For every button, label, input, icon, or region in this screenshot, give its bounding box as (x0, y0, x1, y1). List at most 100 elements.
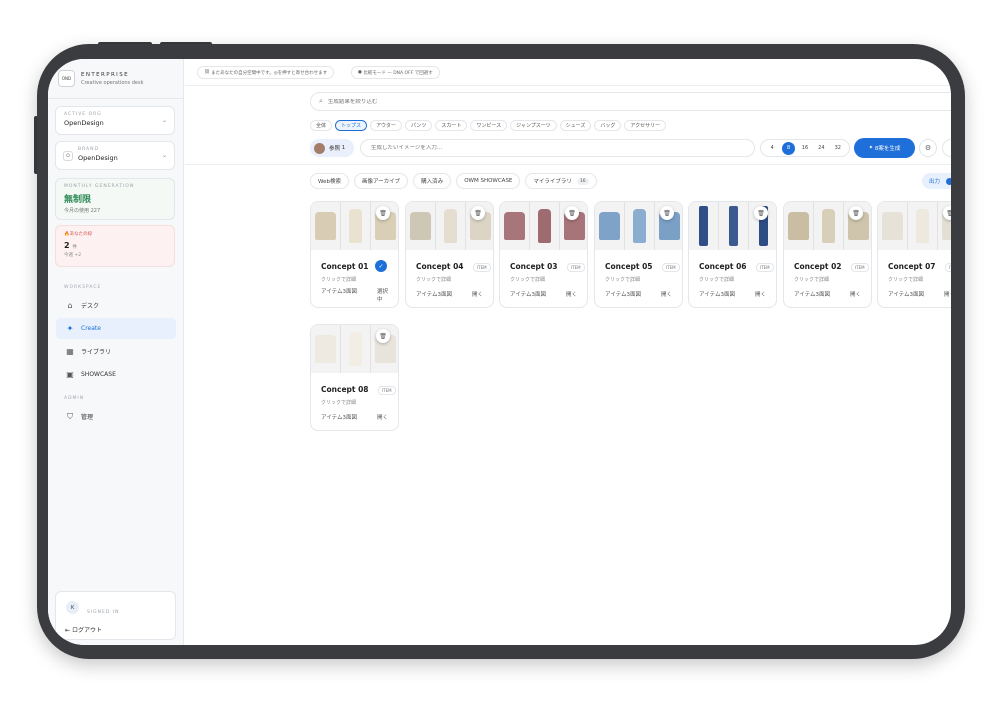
results-filter-search[interactable]: ⌕ (310, 92, 951, 111)
concept-hint: クリックで詳細 (699, 277, 735, 283)
nav-item-showcase[interactable]: ▣ SHOWCASE (56, 364, 176, 385)
tablet-screen: OND ENTERPRISE Creative operations desk … (48, 59, 951, 645)
trash-icon[interactable]: 🗑 (376, 206, 390, 220)
garment-image (443, 209, 458, 243)
category-tab[interactable]: バッグ (594, 120, 622, 131)
three-view-button[interactable]: アイテム3面図 (321, 288, 359, 296)
concept-title: Concept 04 (416, 262, 464, 271)
active-org-value: OpenDesign (64, 119, 104, 127)
three-view-button[interactable]: アイテム3面図 (794, 290, 830, 298)
concept-card[interactable]: 🗑 Concept 05 ITEM クリックで詳細 アイテム3面図 開く (594, 201, 683, 308)
category-tab[interactable]: パンツ (405, 120, 433, 131)
concept-card[interactable]: 🗑 Concept 06 ITEM クリックで詳細 アイテム3面図 開く (688, 201, 777, 308)
active-org-select[interactable]: ACTIVE ORG OpenDesign ⌄ (55, 106, 175, 135)
open-button[interactable]: 開く (377, 413, 388, 421)
concept-thumbnail (878, 202, 951, 250)
open-button[interactable]: 開く (661, 290, 672, 298)
nav-label: ライブラリ (81, 349, 112, 356)
nav-item-library[interactable]: ▦ ライブラリ (56, 341, 176, 362)
brand-select[interactable]: O BRAND OpenDesign ⌄ (55, 141, 175, 170)
trash-icon[interactable]: 🗑 (376, 329, 390, 343)
three-view-button[interactable]: アイテム3面図 (699, 290, 735, 298)
compare-mode-chip[interactable]: ● 比較モード — DNA OFF で回避す (351, 66, 440, 79)
count-option[interactable]: 32 (831, 142, 844, 155)
filter-image-archive[interactable]: 画像アーカイブ (354, 173, 409, 189)
item-badge: ITEM (851, 263, 869, 272)
nav-item-desk[interactable]: ⌂ デスク (56, 295, 176, 316)
item-badge: ITEM (567, 263, 585, 272)
garment-image (788, 211, 809, 241)
count-option-selected[interactable]: 8 (782, 141, 796, 155)
reference-chip[interactable]: 参照 1 (310, 139, 354, 157)
category-tab[interactable]: スカート (435, 120, 468, 131)
nav-item-admin[interactable]: ⛉ 管理 (56, 406, 176, 427)
filter-my-library[interactable]: マイライブラリ 16 (525, 173, 597, 189)
category-tab[interactable]: ワンピース (470, 120, 508, 131)
trash-icon[interactable]: 🗑 (471, 206, 485, 220)
selected-status[interactable]: 選択中 (377, 288, 391, 304)
garment-image (348, 209, 363, 243)
generate-button[interactable]: ✦ 8案を生成 (854, 138, 915, 158)
three-view-button[interactable]: アイテム3面図 (321, 413, 357, 421)
item-badge: ITEM (378, 386, 396, 395)
trash-icon[interactable]: 🗑 (754, 206, 768, 220)
concept-card[interactable]: 🗑 Concept 01 ✓ クリックで詳細 アイテム3面図 選択中 (310, 201, 399, 308)
concept-title: Concept 05 (605, 262, 653, 271)
category-tab[interactable]: 全体 (310, 120, 333, 131)
category-tab[interactable]: ジャンプスーツ (510, 120, 557, 131)
concept-title: Concept 08 (321, 385, 369, 394)
prompt-field[interactable] (360, 139, 755, 157)
monthly-value: 無制限 (64, 195, 92, 205)
settings-button[interactable]: ⚙ (919, 139, 937, 157)
trash-icon[interactable]: 🗑 (565, 206, 579, 220)
logout-button[interactable]: ⇤ ログアウト (65, 625, 102, 634)
trash-icon[interactable]: 🗑 (943, 206, 951, 220)
trash-icon[interactable]: 🗑 (849, 206, 863, 220)
open-button[interactable]: 開く (944, 290, 951, 298)
category-tab[interactable]: シューズ (559, 120, 592, 131)
nav-label: Create (81, 325, 101, 332)
count-option[interactable]: 16 (798, 142, 811, 155)
concept-card[interactable]: 🗑 Concept 07 ITEM クリックで詳細アイテム3面図 開く (877, 201, 951, 308)
info-chip[interactable]: ⛓ またあなたの自分空間中です。◎を押すと寄せ合わせます (197, 66, 335, 79)
trash-icon[interactable]: 🗑 (660, 206, 674, 220)
open-button[interactable]: 開く (755, 290, 766, 298)
quota-label: 🔥あなたの枠 (64, 232, 93, 237)
divider (185, 85, 951, 86)
garment-image (315, 334, 336, 364)
filter-purchased[interactable]: 購入済み (413, 173, 452, 189)
signed-in-card: K SIGNED IN ⇤ ログアウト (55, 591, 176, 640)
nav-item-create[interactable]: ✦ Create (56, 318, 176, 339)
concept-title: Concept 06 (699, 262, 747, 271)
count-option[interactable]: 24 (815, 142, 828, 155)
concept-title: Concept 02 (794, 262, 842, 271)
signed-in-label: SIGNED IN (87, 610, 120, 615)
three-view-button[interactable]: アイテム3面図 (605, 290, 641, 298)
open-button[interactable]: 開く (850, 290, 861, 298)
monthly-usage: 今月の使用 227 (64, 208, 101, 214)
three-view-button[interactable]: アイテム3面図 (888, 290, 924, 298)
count-selector: 4 8 16 24 32 (760, 139, 850, 157)
filter-showcase[interactable]: OWM SHOWCASE (456, 173, 521, 189)
concept-card[interactable]: 🗑 Concept 04 ITEM クリックで詳細 アイテム3面図 開く (405, 201, 494, 308)
category-tab[interactable]: トップス (335, 120, 368, 131)
output-toggle[interactable]: 出力 (922, 173, 951, 189)
filter-web-search[interactable]: Web検索 (310, 173, 349, 189)
open-button[interactable]: 開く (472, 290, 483, 298)
concept-card[interactable]: 🗑 Concept 02 ITEM クリックで詳細 アイテム3面図 開く (783, 201, 872, 308)
search-input[interactable] (327, 98, 928, 105)
item-badge: ITEM (473, 263, 491, 272)
three-view-button[interactable]: アイテム3面図 (510, 290, 546, 298)
concept-card[interactable]: 🗑 Concept 03 ITEM クリックで詳細 アイテム3面図 開く (499, 201, 588, 308)
main-area: ⛓ またあなたの自分空間中です。◎を押すと寄せ合わせます ● 比較モード — D… (185, 59, 951, 645)
open-button[interactable]: 開く (566, 290, 577, 298)
category-tab[interactable]: アクセサリー (624, 120, 667, 131)
three-view-button[interactable]: アイテム3面図 (416, 290, 452, 298)
check-icon[interactable]: ✓ (375, 260, 387, 272)
more-button[interactable] (942, 139, 951, 157)
category-tab[interactable]: アウター (370, 120, 403, 131)
concept-card[interactable]: 🗑 Concept 08 ITEM クリックで詳細 アイテム3面図 開く (310, 324, 399, 431)
brand-name: ENTERPRISE (81, 71, 129, 78)
prompt-input[interactable] (371, 145, 741, 151)
count-option[interactable]: 4 (766, 142, 779, 155)
